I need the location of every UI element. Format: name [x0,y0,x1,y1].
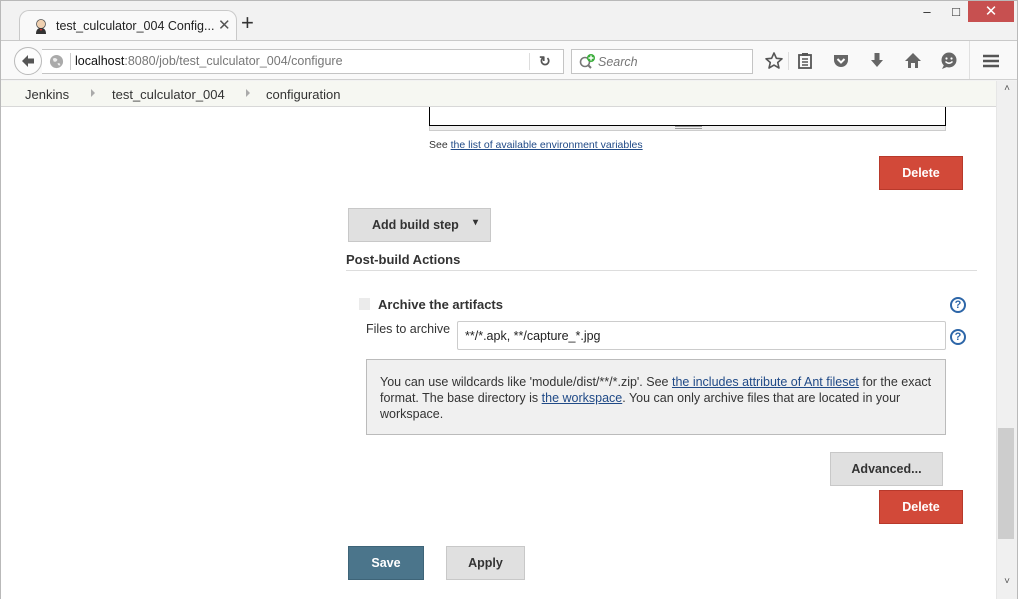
hello-chat-icon[interactable] [939,51,959,71]
command-textarea[interactable] [429,107,946,126]
maximize-button[interactable]: □ [945,1,967,22]
scroll-up-icon[interactable]: ˄ [997,83,1017,100]
help-text: You can use wildcards like 'module/dist/… [380,375,672,389]
search-placeholder: Search [598,55,638,69]
url-host: localhost [75,54,125,68]
build-step-delete-button[interactable]: Delete [879,156,963,190]
scrollbar-thumb[interactable] [998,428,1014,539]
breadcrumb-arrow-icon[interactable] [91,89,95,97]
url-text[interactable]: localhost:8080/job/test_culculator_004/c… [75,54,343,68]
files-to-archive-label: Files to archive [366,322,451,336]
bookmark-star-icon[interactable] [764,51,784,71]
menu-hamburger-icon[interactable] [981,51,1001,71]
back-arrow-icon [22,55,34,67]
url-separator [70,53,71,70]
env-vars-link[interactable]: the list of available environment variab… [451,139,643,151]
breadcrumb-configuration[interactable]: configuration [266,87,340,102]
add-build-step-button[interactable]: Add build step ▾ [348,208,491,242]
ant-fileset-link[interactable]: the includes attribute of Ant fileset [672,375,859,389]
files-to-archive-help: You can use wildcards like 'module/dist/… [366,359,946,435]
post-build-actions-heading: Post-build Actions [346,252,461,267]
add-build-step-label: Add build step [372,218,459,232]
config-page: See the list of available environment va… [1,107,996,599]
reload-separator [529,53,530,70]
advanced-button[interactable]: Advanced... [830,452,943,486]
download-icon[interactable] [867,51,887,71]
browser-tab[interactable]: test_culculator_004 Config... ✕ [19,10,237,42]
archive-artifacts-title: Archive the artifacts [378,297,503,312]
help-icon[interactable]: ? [950,297,966,313]
toolbar-separator [788,52,789,70]
apply-button[interactable]: Apply [446,546,525,580]
files-to-archive-input[interactable] [457,321,946,350]
archive-delete-button[interactable]: Delete [879,490,963,524]
env-vars-note: See the list of available environment va… [429,139,643,151]
tab-title: test_culculator_004 Config... [56,19,215,33]
breadcrumb: Jenkins test_culculator_004 configuratio… [1,81,996,107]
env-note-text: See [429,139,451,151]
section-divider [346,270,977,271]
url-bar[interactable]: localhost:8080/job/test_culculator_004/c… [42,49,564,74]
page-scrollbar[interactable]: ˄ ˅ [996,81,1017,599]
globe-icon [49,54,64,69]
home-icon[interactable] [903,51,923,71]
breadcrumb-jenkins[interactable]: Jenkins [25,87,69,102]
title-bar: test_culculator_004 Config... ✕ + – □ ✕ [1,1,1017,42]
textarea-resize-handle[interactable] [429,126,946,131]
reload-icon[interactable]: ↻ [539,53,551,70]
toolbar-separator [969,41,970,79]
navigation-bar: localhost:8080/job/test_culculator_004/c… [1,40,1017,80]
pocket-icon[interactable] [831,51,851,71]
new-tab-button[interactable]: + [241,12,254,34]
breadcrumb-arrow-icon[interactable] [246,89,250,97]
jenkins-butler-icon [36,19,46,34]
browser-window: test_culculator_004 Config... ✕ + – □ ✕ … [0,0,1018,599]
breadcrumb-job[interactable]: test_culculator_004 [112,87,225,102]
save-button[interactable]: Save [348,546,424,580]
drag-handle-icon[interactable] [359,298,370,310]
workspace-link[interactable]: the workspace [542,391,623,405]
close-window-button[interactable]: ✕ [968,1,1014,22]
search-bar[interactable]: Search [571,49,753,74]
search-icon [579,54,595,69]
back-button[interactable] [14,47,42,75]
dropdown-arrow-icon: ▾ [473,217,479,228]
minimize-button[interactable]: – [916,1,938,22]
scroll-down-icon[interactable]: ˅ [997,576,1017,593]
url-path: :8080/job/test_culculator_004/configure [124,54,343,68]
reading-list-icon[interactable] [795,51,815,71]
help-icon[interactable]: ? [950,329,966,345]
resize-grip-icon [675,126,702,129]
tab-close-icon[interactable]: ✕ [218,16,231,34]
